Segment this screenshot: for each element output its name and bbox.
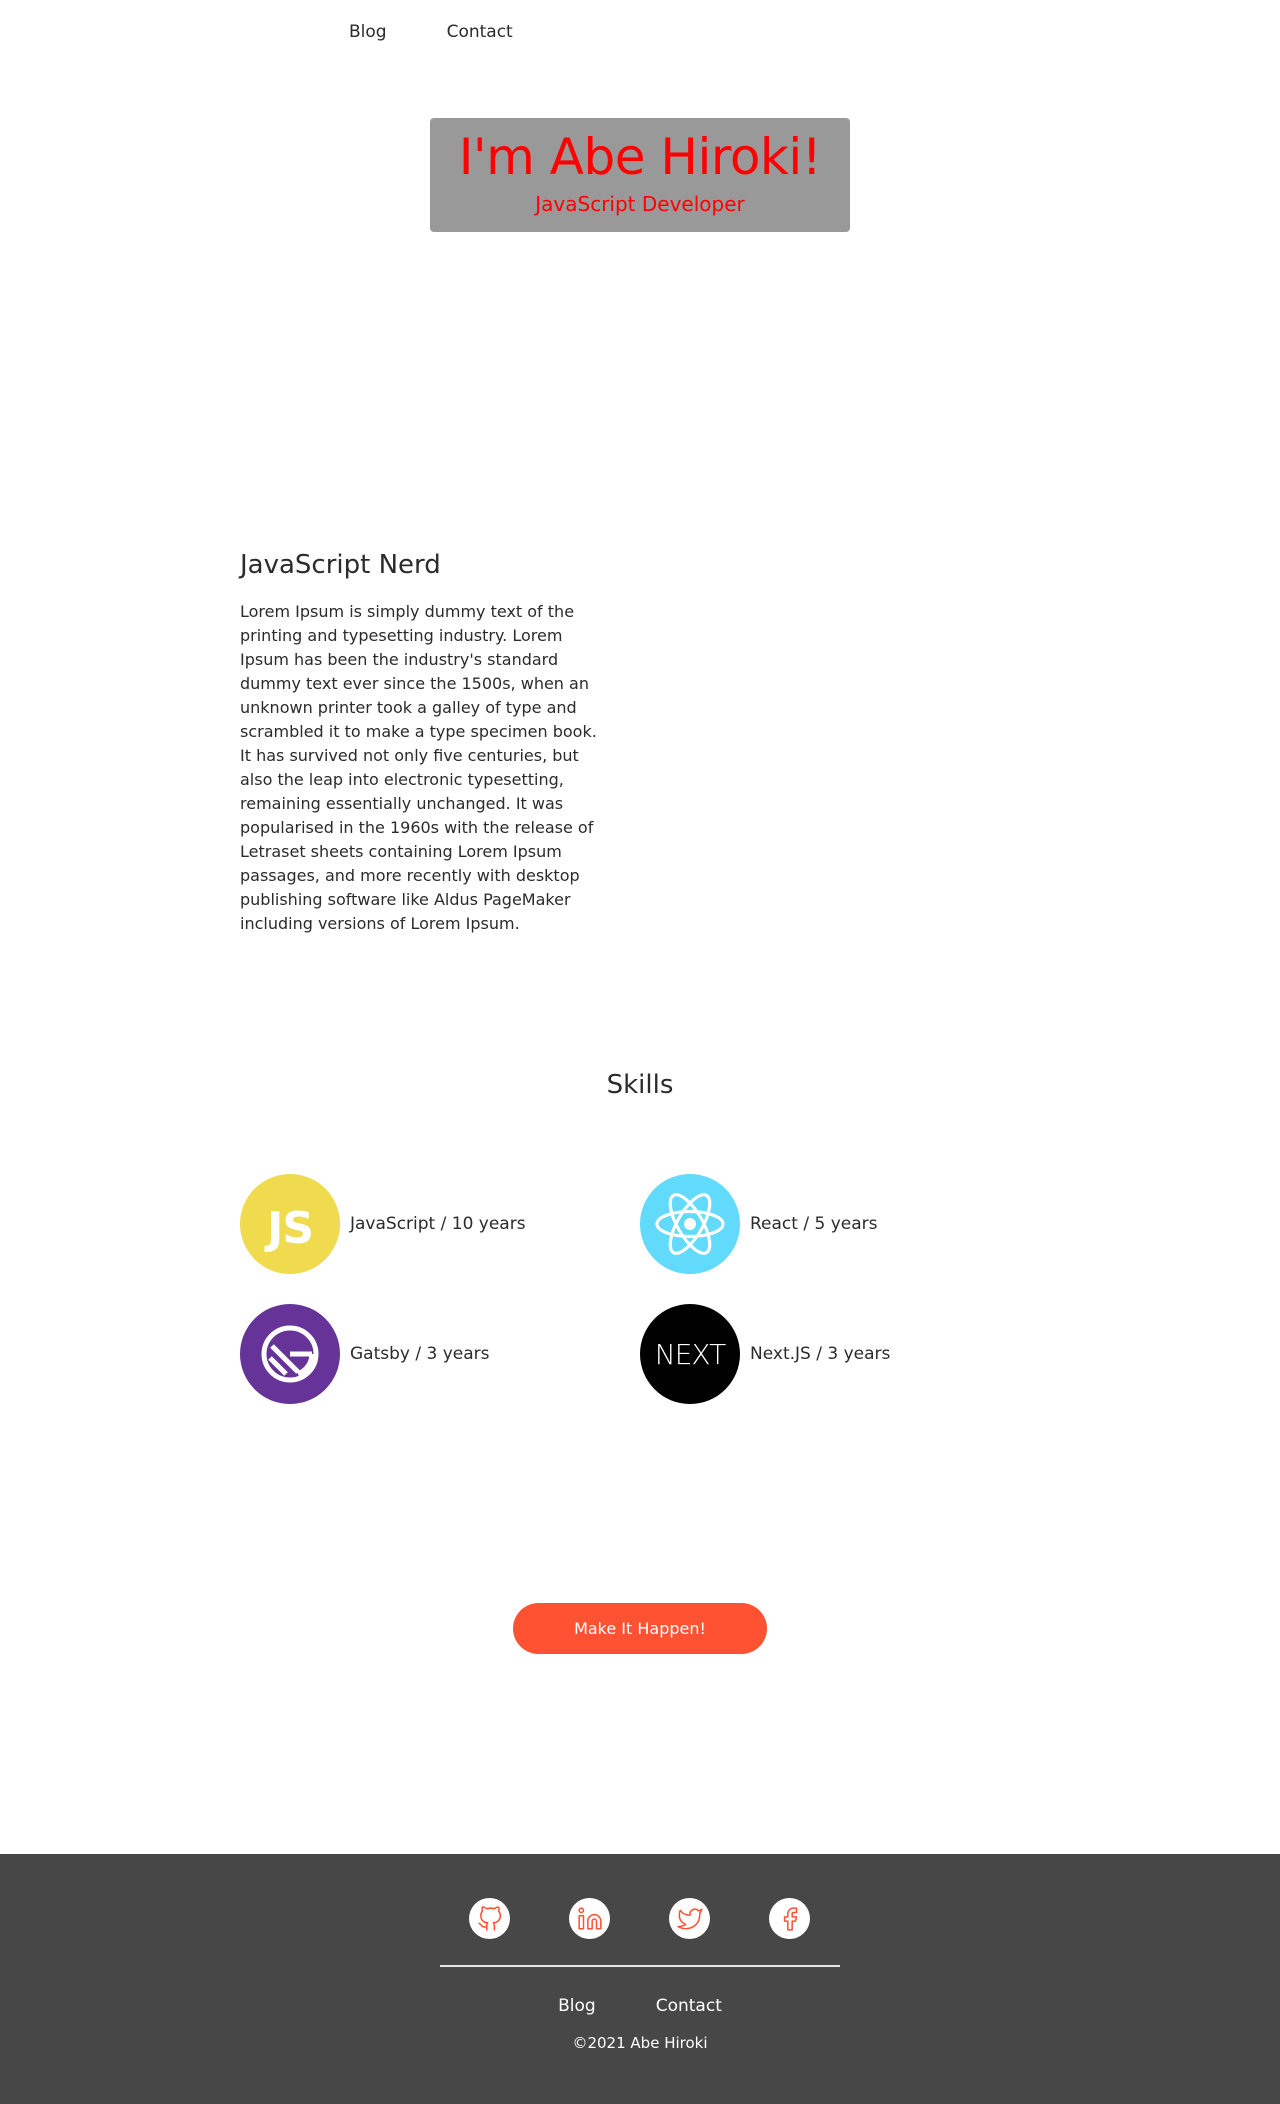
skill-item-gatsby: Gatsby / 3 years bbox=[240, 1304, 490, 1404]
about-section: JavaScript Nerd Lorem Ipsum is simply du… bbox=[240, 550, 610, 936]
top-nav: Blog Contact bbox=[349, 22, 513, 42]
skill-item-react: React / 5 years bbox=[640, 1174, 877, 1274]
footer-link-blog[interactable]: Blog bbox=[558, 1996, 596, 2016]
hero-role: JavaScript Developer bbox=[535, 192, 745, 216]
skill-item-javascript: JS JavaScript / 10 years bbox=[240, 1174, 526, 1274]
footer: Blog Contact ©2021 Abe Hiroki bbox=[0, 1854, 1280, 2104]
javascript-logo-icon: JS bbox=[240, 1174, 340, 1274]
javascript-logo-text: JS bbox=[266, 1202, 314, 1254]
make-it-happen-button[interactable]: Make It Happen! bbox=[513, 1603, 767, 1654]
skills-title: Skills bbox=[606, 1070, 674, 1100]
react-logo-icon bbox=[640, 1174, 740, 1274]
skill-label: Gatsby / 3 years bbox=[350, 1344, 490, 1364]
copyright: ©2021 Abe Hiroki bbox=[572, 2034, 708, 2052]
nextjs-logo-text: NEXT bbox=[654, 1337, 726, 1371]
nav-link-contact[interactable]: Contact bbox=[447, 22, 513, 42]
facebook-icon[interactable] bbox=[769, 1898, 810, 1939]
skill-label: Next.JS / 3 years bbox=[750, 1344, 891, 1364]
gatsby-logo-icon bbox=[240, 1304, 340, 1404]
skill-item-nextjs: NEXT Next.JS / 3 years bbox=[640, 1304, 890, 1404]
nav-link-blog[interactable]: Blog bbox=[349, 22, 387, 42]
skill-label: React / 5 years bbox=[750, 1214, 878, 1234]
github-icon[interactable] bbox=[469, 1898, 510, 1939]
skill-label: JavaScript / 10 years bbox=[350, 1214, 526, 1234]
linkedin-icon[interactable] bbox=[569, 1898, 610, 1939]
footer-divider bbox=[440, 1965, 840, 1967]
footer-link-contact[interactable]: Contact bbox=[656, 1996, 722, 2016]
hero-name: I'm Abe Hiroki! bbox=[458, 128, 822, 186]
social-links bbox=[469, 1898, 810, 1939]
nextjs-logo-icon: NEXT bbox=[640, 1304, 740, 1404]
footer-nav: Blog Contact bbox=[0, 1996, 1280, 2016]
hero-banner: I'm Abe Hiroki! JavaScript Developer bbox=[430, 118, 850, 232]
twitter-icon[interactable] bbox=[669, 1898, 710, 1939]
about-body: Lorem Ipsum is simply dummy text of the … bbox=[240, 602, 597, 933]
about-title: JavaScript Nerd bbox=[240, 550, 441, 580]
